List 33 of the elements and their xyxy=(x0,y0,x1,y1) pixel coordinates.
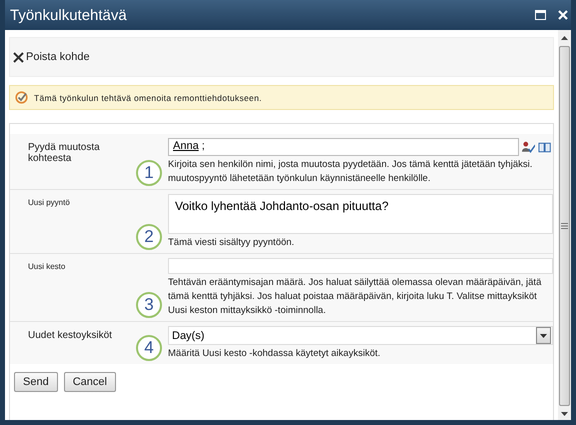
callout-number: 1 xyxy=(136,160,162,186)
field-label: Uusi pyyntö xyxy=(27,197,71,209)
scroll-down-icon[interactable] xyxy=(561,412,568,416)
send-button[interactable]: Send xyxy=(14,372,58,392)
notice-text: Tämä työnkulun tehtävä omenoita remonttiehdotukseen. xyxy=(34,92,262,102)
scroll-thumb[interactable] xyxy=(559,46,570,406)
callout-number: 2 xyxy=(136,224,162,250)
cancel-button[interactable]: Cancel xyxy=(64,372,116,392)
grip-icon xyxy=(561,223,568,229)
units-dropdown[interactable]: Day(s) xyxy=(168,326,553,345)
callout-number: 4 xyxy=(136,335,162,361)
window-title: Työnkulkutehtävä xyxy=(10,6,127,24)
check-names-icon[interactable] xyxy=(522,141,535,153)
task-icon xyxy=(15,91,28,104)
address-book-icon[interactable] xyxy=(538,141,552,153)
duration-field[interactable] xyxy=(168,258,553,274)
maximize-icon[interactable] xyxy=(535,10,546,20)
field-label: Uusi kesto xyxy=(27,261,66,273)
delete-icon xyxy=(13,52,24,62)
callout-number: 3 xyxy=(136,292,162,318)
scrollbar[interactable] xyxy=(558,30,571,420)
field-description: Määritä Uusi kesto -kohdassa käytetyt aikayksiköt. xyxy=(168,347,382,361)
people-field[interactable]: Anna ; xyxy=(168,138,519,156)
field-label: Uudet kestoyksiköt xyxy=(27,329,113,343)
field-description: Tehtävän erääntymisajan määrä. Jos haluat säilyttää olemassa olevan määräpäivän, jätä tämä kenttä tyhjäksi. Jos haluat poistaa määräpäivän, kirjoita luku T. Valitse mittayksiköt Uusi keston mittayksikkö -toiminnolla. xyxy=(168,276,542,318)
close-icon[interactable] xyxy=(558,10,568,20)
delete-item-button[interactable]: Poista kohde xyxy=(13,51,90,63)
field-label: Pyydä muutosta kohteesta xyxy=(27,141,101,166)
message-field[interactable]: Voitko lyhentää Johdanto-osan pituutta? xyxy=(168,194,553,234)
field-description: Kirjoita sen henkilön nimi, josta muutosta pyydetään. Jos tämä kenttä jätetään tyhjäksi. muutospyyntö lähetetään työnkulun käynnistäneelle henkilölle. xyxy=(168,158,534,186)
scroll-up-icon[interactable] xyxy=(561,36,568,40)
dropdown-arrow-icon xyxy=(540,334,547,338)
field-description: Tämä viesti sisältyy pyyntöön. xyxy=(168,236,296,250)
